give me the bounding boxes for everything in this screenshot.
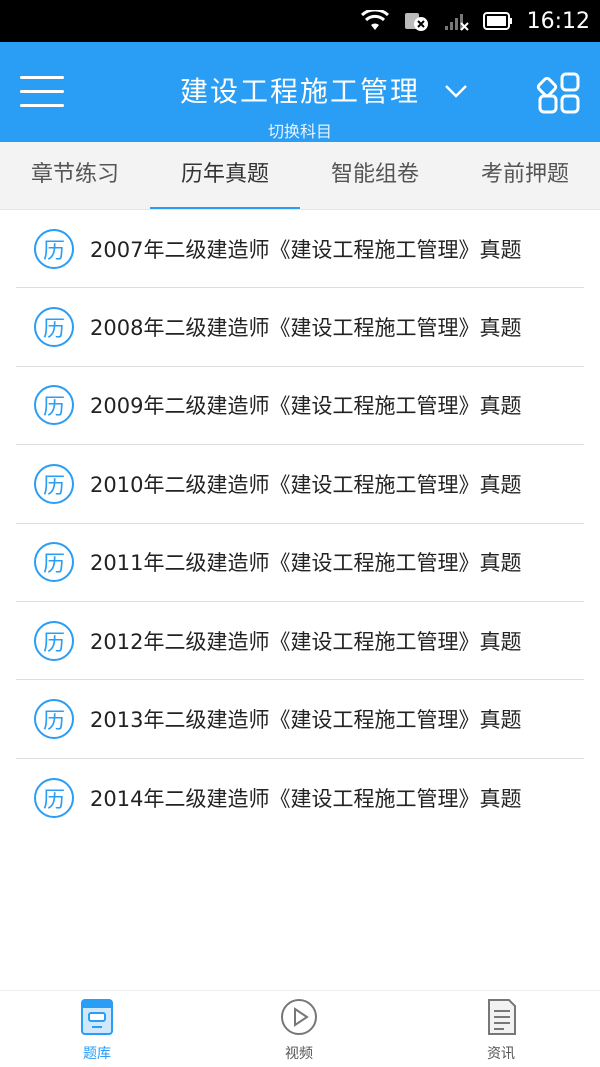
grid-apps-icon[interactable]: [536, 70, 582, 116]
list-item-label: 2009年二级建造师《建设工程施工管理》真题: [90, 394, 522, 419]
wifi-icon: [360, 10, 389, 32]
history-badge-icon: 历: [34, 307, 74, 348]
status-time: 16:12: [526, 8, 590, 34]
list-item[interactable]: 历 2010年二级建造师《建设工程施工管理》真题: [16, 445, 584, 524]
list-item-label: 2014年二级建造师《建设工程施工管理》真题: [90, 786, 522, 811]
history-badge-icon: 历: [34, 777, 74, 818]
history-badge-icon: 历: [34, 699, 74, 740]
status-bar: 16:12: [0, 0, 600, 42]
question-bank-icon: [81, 999, 113, 1035]
list-item[interactable]: 历 2009年二级建造师《建设工程施工管理》真题: [16, 367, 584, 446]
history-badge-icon: 历: [34, 542, 74, 583]
list-item-label: 2007年二级建造师《建设工程施工管理》真题: [90, 237, 522, 262]
sim-error-icon: [403, 10, 429, 32]
chevron-down-icon[interactable]: [444, 82, 468, 100]
list-item-label: 2012年二级建造师《建设工程施工管理》真题: [90, 629, 522, 654]
tab-pre-exam-predictions[interactable]: 考前押题: [450, 142, 600, 209]
list-item[interactable]: 历 2008年二级建造师《建设工程施工管理》真题: [16, 288, 584, 367]
battery-icon: [482, 11, 513, 31]
subject-switcher[interactable]: 建设工程施工管理: [0, 70, 600, 110]
list-item-label: 2008年二级建造师《建设工程施工管理》真题: [90, 316, 522, 341]
list-item[interactable]: 历 2007年二级建造师《建设工程施工管理》真题: [16, 210, 584, 289]
app-header: 建设工程施工管理 切换科目: [0, 42, 600, 142]
nav-label: 视频: [285, 1046, 313, 1062]
tab-smart-paper[interactable]: 智能组卷: [300, 142, 450, 209]
exam-list: 历 2007年二级建造师《建设工程施工管理》真题 历 2008年二级建造师《建设…: [16, 210, 584, 837]
switch-subject-link[interactable]: 切换科目: [0, 118, 600, 142]
list-item-label: 2011年二级建造师《建设工程施工管理》真题: [90, 551, 522, 576]
bottom-nav: 题库 视频 资讯: [0, 990, 600, 1067]
list-item-label: 2010年二级建造师《建设工程施工管理》真题: [90, 472, 522, 497]
history-badge-icon: 历: [34, 620, 74, 661]
document-icon: [488, 999, 516, 1035]
list-item[interactable]: 历 2014年二级建造师《建设工程施工管理》真题: [16, 759, 584, 837]
nav-label: 题库: [83, 1046, 111, 1062]
signal-icon: [443, 10, 469, 32]
nav-label: 资讯: [487, 1046, 515, 1062]
list-item-label: 2013年二级建造师《建设工程施工管理》真题: [90, 708, 522, 733]
nav-video[interactable]: 视频: [259, 997, 339, 1063]
tab-bar: 章节练习 历年真题 智能组卷 考前押题: [0, 142, 600, 210]
history-badge-icon: 历: [34, 228, 74, 269]
list-item[interactable]: 历 2012年二级建造师《建设工程施工管理》真题: [16, 602, 584, 681]
tab-past-exams[interactable]: 历年真题: [150, 142, 300, 209]
list-item[interactable]: 历 2013年二级建造师《建设工程施工管理》真题: [16, 680, 584, 759]
history-badge-icon: 历: [34, 463, 74, 504]
tab-chapter-practice[interactable]: 章节练习: [0, 142, 150, 209]
nav-question-bank[interactable]: 题库: [57, 997, 137, 1063]
play-circle-icon: [281, 999, 317, 1035]
history-badge-icon: 历: [34, 385, 74, 426]
list-item[interactable]: 历 2011年二级建造师《建设工程施工管理》真题: [16, 524, 584, 602]
nav-news[interactable]: 资讯: [461, 997, 541, 1063]
page-title: 建设工程施工管理: [179, 75, 420, 108]
